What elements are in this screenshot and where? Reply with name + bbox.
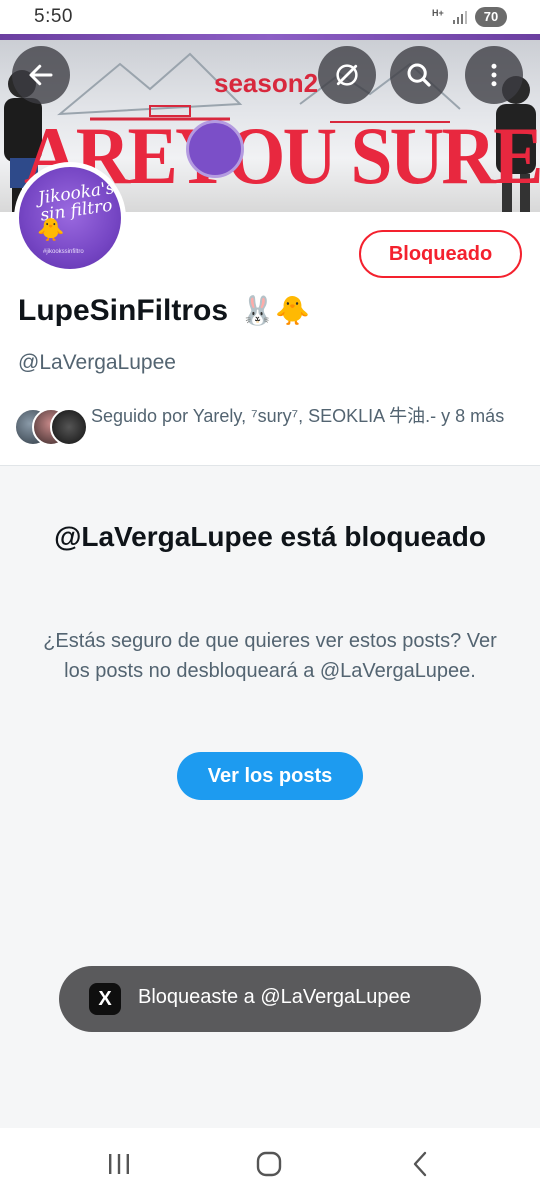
blocked-title: @LaVergaLupee está bloqueado xyxy=(54,521,486,552)
profile-avatar[interactable]: Jikooka's sin filtro 🐥 #jikookssinfiltro xyxy=(14,162,126,274)
profile-handle: @LaVergaLupee xyxy=(18,351,176,374)
arrow-left-icon xyxy=(29,64,53,86)
follower-avatars xyxy=(14,408,88,446)
display-name-text: LupeSinFiltros xyxy=(18,294,228,327)
home-icon xyxy=(256,1151,282,1177)
recents-icon xyxy=(109,1154,129,1174)
view-posts-button[interactable]: Ver los posts xyxy=(177,752,363,800)
recents-button[interactable] xyxy=(99,1146,139,1182)
grok-button[interactable] xyxy=(318,46,376,104)
profile-display-name: LupeSinFiltros 🐰🐥 xyxy=(18,294,310,328)
followed-by-text: Seguido por Yarely, ⁷sury⁷, SEOKLIA 牛油.-… xyxy=(91,406,505,426)
blocked-button[interactable]: Bloqueado xyxy=(359,230,522,278)
battery-indicator: 70 xyxy=(475,7,507,27)
banner-stripe xyxy=(0,34,540,40)
system-navigation-bar xyxy=(0,1128,540,1200)
status-bar: 5:50 H+ 70 xyxy=(0,0,540,34)
grok-icon xyxy=(336,64,358,86)
toast-text: Bloqueaste a @LaVergaLupee xyxy=(138,986,411,1008)
signal-icon xyxy=(453,11,467,24)
banner-logo xyxy=(186,120,244,178)
system-back-button[interactable] xyxy=(401,1146,441,1182)
follower-avatar xyxy=(50,408,88,446)
home-button[interactable] xyxy=(249,1146,289,1182)
chick-icon: 🐥 xyxy=(37,217,65,242)
avatar-tag-text: #jikookssinfiltro xyxy=(43,249,84,255)
avatar-image: Jikooka's sin filtro 🐥 #jikookssinfiltro xyxy=(19,167,121,269)
status-time: 5:50 xyxy=(34,6,73,27)
toast-notification: X Bloqueaste a @LaVergaLupee xyxy=(59,966,481,1032)
x-logo-icon: X xyxy=(89,983,121,1015)
search-icon xyxy=(407,63,431,87)
followed-by-row[interactable]: Seguido por Yarely, ⁷sury⁷, SEOKLIA 牛油.-… xyxy=(14,404,534,454)
chevron-left-icon xyxy=(413,1151,427,1177)
more-vertical-icon xyxy=(491,63,497,87)
blocked-description: ¿Estás seguro de que quieres ver estos p… xyxy=(43,630,497,682)
banner-season-text: season2 xyxy=(214,68,319,98)
network-type-indicator: H+ xyxy=(432,8,444,18)
name-emojis: 🐰🐥 xyxy=(240,295,311,326)
search-button[interactable] xyxy=(390,46,448,104)
back-button[interactable] xyxy=(12,46,70,104)
more-options-button[interactable] xyxy=(465,46,523,104)
